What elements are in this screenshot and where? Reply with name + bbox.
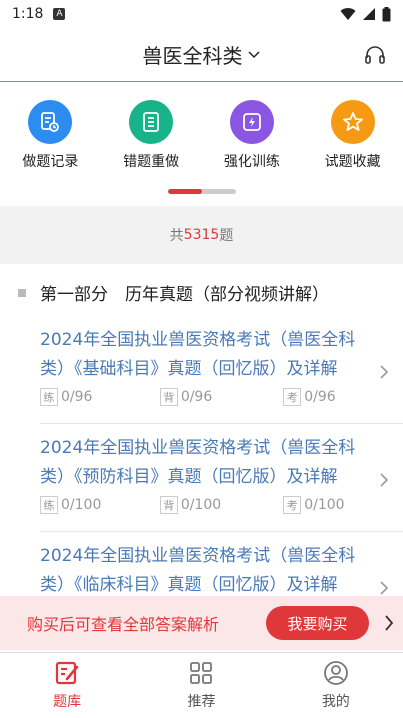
quick-label: 错题重做 <box>123 154 180 170</box>
quick-item-training[interactable]: 强化训练 <box>207 100 297 176</box>
quick-actions: 做题记录 错题重做 强化训练 试题收藏 <box>0 100 403 176</box>
page-title: 兽医全科类 <box>142 44 243 68</box>
status-icons <box>340 6 391 22</box>
tab-label: 推荐 <box>187 694 216 710</box>
notification-badge: A <box>53 8 66 20</box>
exam-stats: 练 0/96 背 0/96 考 0/96 <box>40 388 403 406</box>
status-time: 1:18 <box>12 6 44 22</box>
recite-stat: 背 0/96 <box>159 388 283 406</box>
tab-recommend[interactable]: 推荐 <box>134 653 268 718</box>
list-item[interactable]: 2024年全国执业兽医资格考试（兽医全科类）《预防科目》真题（回忆版）及详解 练… <box>40 434 403 532</box>
exam-stats: 练 0/100 背 0/100 考 0/100 <box>40 496 403 514</box>
practice-tag: 练 <box>40 388 58 406</box>
quick-item-wrong-redo[interactable]: 错题重做 <box>106 100 196 176</box>
edit-note-icon <box>56 661 79 685</box>
signal-icon <box>363 8 375 20</box>
section-title: 第一部分 历年真题（部分视频讲解） <box>40 285 329 305</box>
chevron-right-icon <box>380 365 389 379</box>
headset-icon[interactable] <box>363 43 387 67</box>
practice-tag: 练 <box>40 496 58 514</box>
exam-title: 2024年全国执业兽医资格考试（兽医全科类）《预防科目》真题（回忆版）及详解 <box>40 438 356 487</box>
section-bullet <box>18 288 26 297</box>
exam-value: 0/100 <box>304 497 345 513</box>
practice-value: 0/100 <box>61 497 102 513</box>
recite-tag: 背 <box>159 496 178 514</box>
quick-label: 做题记录 <box>22 154 79 170</box>
user-icon <box>323 661 348 685</box>
chevron-right-icon <box>380 581 389 595</box>
practice-value: 0/96 <box>61 389 93 405</box>
wifi-icon <box>340 8 356 20</box>
quick-item-favorites[interactable]: 试题收藏 <box>308 100 398 176</box>
quick-label: 强化训练 <box>223 154 280 170</box>
practice-stat: 练 0/100 <box>40 496 160 514</box>
exam-stat: 考 0/96 <box>283 388 403 406</box>
purchase-banner: 购买后可查看全部答案解析 我要购买 <box>0 596 403 650</box>
star-icon <box>330 100 375 144</box>
record-icon <box>28 100 73 144</box>
page-indicator <box>168 189 236 194</box>
category-selector[interactable]: 兽医全科类 <box>143 40 261 69</box>
buy-button[interactable]: 我要购买 <box>266 606 369 640</box>
list-item[interactable]: 2024年全国执业兽医资格考试（兽医全科类）《基础科目》真题（回忆版）及详解 练… <box>40 326 403 424</box>
quick-item-record[interactable]: 做题记录 <box>5 100 95 176</box>
list-item[interactable]: 2024年全国执业兽医资格考试（兽医全科类）《临床科目》真题（回忆版）及详解 <box>40 542 403 602</box>
lightning-icon <box>229 100 274 144</box>
quick-label: 试题收藏 <box>324 154 381 170</box>
tab-label: 题库 <box>53 694 82 710</box>
practice-stat: 练 0/96 <box>40 388 160 406</box>
tab-question-bank[interactable]: 题库 <box>0 653 134 718</box>
chevron-right-icon <box>380 473 389 487</box>
app-header: 兽医全科类 <box>0 28 403 82</box>
chevron-right-icon[interactable] <box>384 614 394 632</box>
question-count: 共 5315 题 <box>0 206 403 264</box>
recite-stat: 背 0/100 <box>159 496 283 514</box>
exam-stat: 考 0/100 <box>283 496 403 514</box>
status-bar: 1:18 A <box>0 0 403 28</box>
recite-tag: 背 <box>159 388 178 406</box>
notebook-icon <box>129 100 174 144</box>
exam-title: 2024年全国执业兽医资格考试（兽医全科类）《临床科目》真题（回忆版）及详解 <box>40 546 356 595</box>
bottom-tab-bar: 题库 推荐 我的 <box>0 652 403 718</box>
page-indicator-active <box>168 189 202 194</box>
tab-profile[interactable]: 我的 <box>269 653 403 718</box>
grid-icon <box>190 662 213 684</box>
chevron-down-icon <box>247 50 260 58</box>
purchase-text: 购买后可查看全部答案解析 <box>27 615 220 634</box>
battery-icon <box>382 6 391 21</box>
count-suffix: 题 <box>219 228 234 244</box>
exam-title: 2024年全国执业兽医资格考试（兽医全科类）《基础科目》真题（回忆版）及详解 <box>40 330 356 379</box>
exam-tag: 考 <box>283 388 302 406</box>
count-prefix: 共 <box>169 228 184 244</box>
tab-label: 我的 <box>321 694 350 710</box>
section-header: 第一部分 历年真题（部分视频讲解） <box>18 280 329 305</box>
exam-value: 0/96 <box>304 389 336 405</box>
count-number: 5315 <box>183 227 220 243</box>
recite-value: 0/96 <box>180 389 213 405</box>
exam-tag: 考 <box>283 496 302 514</box>
recite-value: 0/100 <box>180 497 222 513</box>
